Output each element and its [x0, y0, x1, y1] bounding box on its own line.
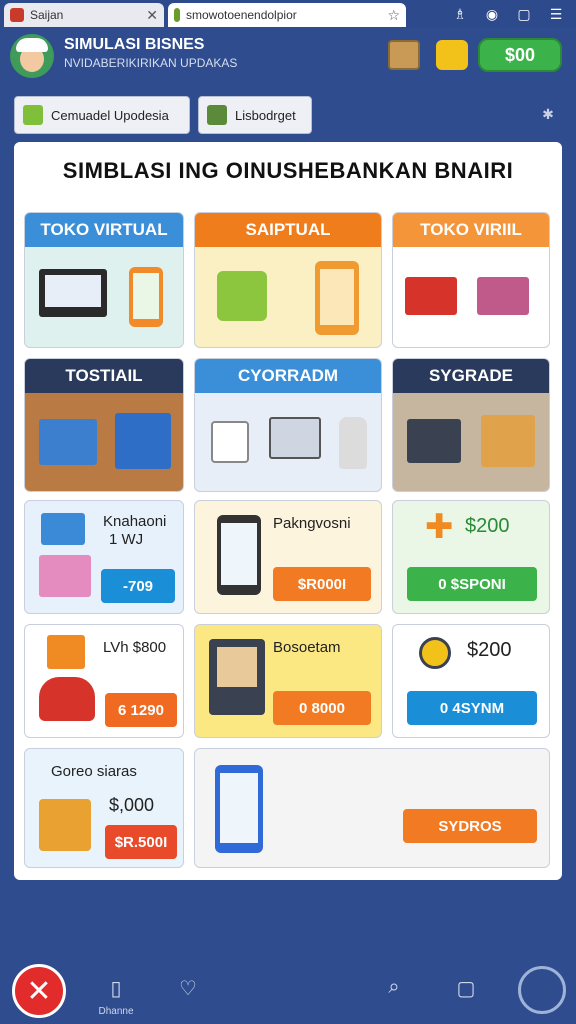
settings-gear-icon[interactable]: ✱: [538, 104, 558, 124]
bookmark-star-icon[interactable]: ☆: [387, 7, 400, 24]
product-card[interactable]: $200 0 4SYNM: [392, 624, 550, 738]
product-card[interactable]: SYDROS: [194, 748, 550, 868]
shopping-cart-icon: [269, 417, 321, 459]
store-card[interactable]: TOKO VIRIIL: [392, 212, 550, 348]
product-name: Knahaoni: [103, 513, 167, 530]
gift-icon[interactable]: [436, 40, 468, 70]
buy-button[interactable]: 0 $SPONI: [407, 567, 537, 601]
app-header: SIMULASI BISNES NVIDABERIKIRIKAN UPDAKAS…: [0, 28, 576, 86]
menu-icon[interactable]: ☰: [548, 6, 564, 23]
extension-icon[interactable]: ♗: [452, 6, 468, 23]
mirror-stand-icon: [209, 639, 265, 715]
site-favicon-icon: [174, 8, 180, 22]
store-card[interactable]: SAIPTUAL: [194, 212, 382, 348]
buy-button[interactable]: $R000I: [273, 567, 371, 601]
product-card[interactable]: Pakngvosni $R000I: [194, 500, 382, 614]
nav-label: Dhanne: [98, 1006, 134, 1017]
box-icon[interactable]: [388, 40, 420, 70]
app-title: SIMULASI BISNES: [64, 36, 205, 53]
bag-icon[interactable]: ▢: [454, 976, 478, 1000]
plus-icon: ✚: [425, 508, 454, 546]
shopping-cart-icon: [477, 277, 529, 315]
card-title: SYGRADE: [393, 359, 549, 393]
update-button[interactable]: Cemuadel Upodesia: [14, 96, 190, 134]
search-icon[interactable]: ⌕: [382, 976, 406, 1000]
phone-icon: [315, 261, 359, 335]
browser-tab[interactable]: Saijan ✕: [4, 3, 164, 27]
heart-outline-icon[interactable]: ♡: [176, 976, 200, 1000]
shopping-cart-icon: [405, 277, 457, 315]
close-button[interactable]: ✕: [12, 964, 66, 1018]
tools-button[interactable]: Lisbodrget: [198, 96, 312, 134]
shopping-cart-icon: [39, 555, 91, 597]
wrench-icon: [207, 105, 227, 125]
card-title: TOKO VIRIIL: [393, 213, 549, 247]
product-card[interactable]: LVh $800 6 1290: [24, 624, 184, 738]
box-icon: [47, 635, 85, 669]
product-price: $200: [465, 515, 510, 537]
tools-button-label: Lisbodrget: [235, 107, 296, 123]
box-icon: [41, 513, 85, 545]
page-title: SIMBLASI ING OINUSHEBANKAN BNAIRI: [62, 158, 514, 183]
product-card[interactable]: Knahaoni 1 WJ -709: [24, 500, 184, 614]
store-card[interactable]: TOKO VIRTUAL: [24, 212, 184, 348]
update-button-label: Cemuadel Upodesia: [51, 107, 169, 123]
bottle-icon: [339, 417, 367, 469]
store-card[interactable]: CYORRADM: [194, 358, 382, 492]
main-panel: SIMBLASI ING OINUSHEBANKAN BNAIRI TOKO V…: [14, 142, 562, 880]
tablet-icon: [215, 765, 263, 853]
box-icon: [481, 415, 535, 467]
wheelbarrow-icon: [39, 677, 95, 721]
product-name: LVh $800: [103, 639, 167, 656]
product-name: Goreo siaras: [51, 763, 137, 780]
card-title: SAIPTUAL: [195, 213, 381, 247]
card-title: CYORRADM: [195, 359, 381, 393]
shopping-cart-icon: [39, 419, 97, 465]
product-price: $200: [467, 639, 512, 661]
profile-icon[interactable]: ◉: [484, 6, 500, 23]
product-card[interactable]: ✚ $200 0 $SPONI: [392, 500, 550, 614]
product-detail: 1 WJ: [109, 531, 144, 548]
phone-icon: [129, 267, 163, 327]
product-name: Pakngvosni: [273, 515, 351, 532]
shopping-bag-icon: [217, 271, 267, 321]
app-subtitle: NVIDABERIKIRIKAN UPDAKAS: [64, 56, 238, 70]
buy-button[interactable]: $R.500I: [105, 825, 177, 859]
tab-title: smowotoenendolpior: [186, 8, 297, 22]
cube-icon: [23, 105, 43, 125]
card-title: TOSTIAIL: [25, 359, 183, 393]
close-tab-icon[interactable]: ✕: [146, 7, 158, 24]
browser-tab-active[interactable]: smowotoenendolpior ☆: [168, 3, 406, 27]
buy-button[interactable]: 0 8000: [273, 691, 371, 725]
buy-button[interactable]: -709: [101, 569, 175, 603]
buy-button[interactable]: 6 1290: [105, 693, 177, 727]
cabinet-icon: [115, 413, 171, 469]
cash-balance-button[interactable]: $00: [478, 38, 562, 72]
product-price: $,000: [109, 795, 155, 815]
tab-title: Saijan: [30, 8, 64, 22]
maximize-icon[interactable]: ▢: [516, 6, 532, 23]
bottom-nav: ✕ ▯ Dhanne ♡ ⌕ ▢: [0, 952, 576, 1024]
browser-tab-bar: Saijan ✕ smowotoenendolpior ☆ ♗ ◉ ▢ ☰: [0, 0, 576, 28]
product-name: Bosoetam: [273, 639, 341, 656]
buy-button[interactable]: 0 4SYNM: [407, 691, 537, 725]
speaker-icon: [419, 637, 451, 669]
avatar[interactable]: [10, 34, 54, 78]
product-card[interactable]: Bosoetam 0 8000: [194, 624, 382, 738]
store-card[interactable]: TOSTIAIL: [24, 358, 184, 492]
monitor-icon: [39, 269, 107, 317]
site-favicon-icon: [10, 8, 24, 22]
clipboard-icon[interactable]: ▯: [104, 976, 128, 1000]
chat-icon[interactable]: [518, 966, 566, 1014]
action-button[interactable]: SYDROS: [403, 809, 537, 843]
box-icon: [39, 799, 91, 851]
machine-icon: [407, 419, 461, 463]
phone-icon: [217, 515, 261, 595]
store-card[interactable]: SYGRADE: [392, 358, 550, 492]
product-card[interactable]: Goreo siaras $,000 $R.500I: [24, 748, 184, 868]
mug-icon: [211, 421, 249, 463]
card-title: TOKO VIRTUAL: [25, 213, 183, 247]
